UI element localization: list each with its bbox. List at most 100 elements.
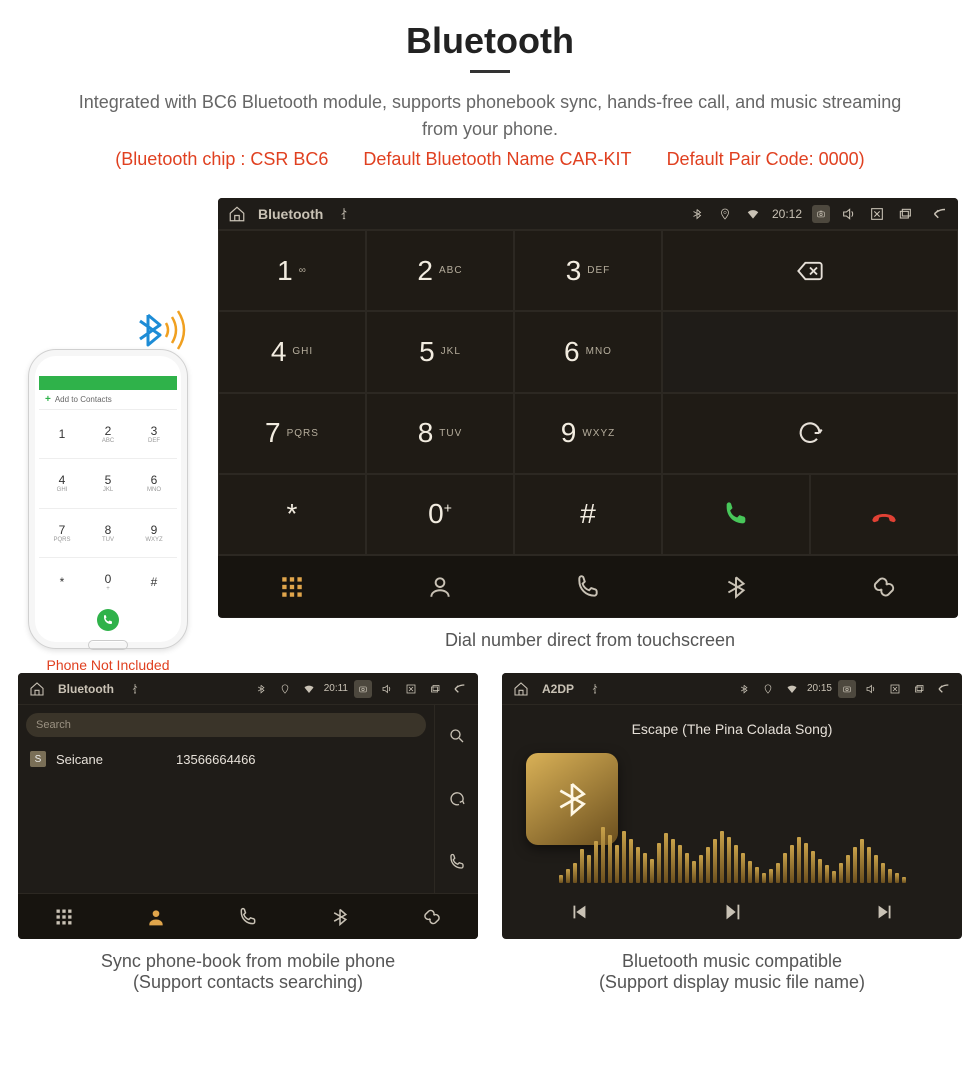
screenshot-button[interactable] (354, 680, 372, 698)
phone-key: 2ABC (85, 409, 131, 458)
spec-chip: (Bluetooth chip : CSR BC6 (115, 149, 328, 169)
home-icon[interactable] (228, 205, 246, 223)
gps-icon (716, 205, 734, 223)
tab-contacts[interactable] (110, 894, 202, 939)
bluetooth-status-icon (252, 680, 270, 698)
back-button[interactable] (930, 205, 948, 223)
usb-icon (335, 205, 353, 223)
screenshot-button[interactable] (838, 680, 856, 698)
eq-bar (720, 831, 724, 883)
eq-bar (853, 847, 857, 883)
bottom-tabs (18, 893, 478, 939)
tab-calls[interactable] (514, 556, 662, 617)
tab-dialpad[interactable] (218, 556, 366, 617)
phone-key: 1 (39, 409, 85, 458)
wifi-icon (783, 680, 801, 698)
eq-bar (783, 853, 787, 883)
phone-key: # (131, 557, 177, 606)
eq-bar (692, 861, 696, 883)
search-input[interactable]: Search (26, 713, 426, 737)
contact-number: 13566664466 (176, 752, 256, 767)
dialpad-key-*[interactable]: * (218, 474, 366, 555)
eq-bar (839, 863, 843, 883)
next-button[interactable] (874, 901, 896, 928)
eq-bar (664, 833, 668, 883)
tab-pairing[interactable] (810, 556, 958, 617)
dialpad-key-0[interactable]: 0+ (366, 474, 514, 555)
multitask-button[interactable] (896, 205, 914, 223)
spec-pair-code: Default Pair Code: 0000) (667, 149, 865, 169)
eq-bar (811, 851, 815, 883)
music-caption: Bluetooth music compatible(Support displ… (502, 939, 962, 1015)
dialpad-key-8[interactable]: 8TUV (366, 393, 514, 474)
eq-bar (741, 853, 745, 883)
hangup-button[interactable] (810, 474, 958, 555)
home-icon[interactable] (512, 680, 530, 698)
clock: 20:15 (807, 683, 832, 694)
home-icon[interactable] (28, 680, 46, 698)
screenshot-button[interactable] (812, 205, 830, 223)
volume-button[interactable] (378, 680, 396, 698)
phone-dialpad: 12ABC3DEF4GHI5JKL6MNO7PQRS8TUV9WXYZ*0+# (39, 409, 177, 606)
eq-bar (769, 869, 773, 883)
call-button[interactable] (662, 474, 810, 555)
eq-bar (643, 853, 647, 883)
phone-caption: Phone Not Included (18, 657, 198, 673)
tab-pairing[interactable] (386, 894, 478, 939)
search-button[interactable] (435, 705, 478, 768)
title-divider (470, 70, 510, 73)
back-button[interactable] (934, 680, 952, 698)
eq-bar (825, 865, 829, 883)
tab-bluetooth[interactable] (662, 556, 810, 617)
usb-icon (126, 680, 144, 698)
volume-button[interactable] (862, 680, 880, 698)
dialpad-key-3[interactable]: 3DEF (514, 230, 662, 311)
prev-button[interactable] (568, 901, 590, 928)
dialpad-key-1[interactable]: 1∞ (218, 230, 366, 311)
phone-key: 4GHI (39, 458, 85, 507)
close-button[interactable] (886, 680, 904, 698)
dialpad-key-4[interactable]: 4GHI (218, 311, 366, 392)
song-title: Escape (The Pina Colada Song) (502, 705, 962, 747)
eq-bar (881, 863, 885, 883)
phone-key: 7PQRS (39, 508, 85, 557)
sync-button[interactable] (662, 393, 958, 474)
eq-bar (566, 869, 570, 883)
dialpad-key-2[interactable]: 2ABC (366, 230, 514, 311)
eq-bar (804, 843, 808, 883)
tab-contacts[interactable] (366, 556, 514, 617)
back-button[interactable] (450, 680, 468, 698)
contact-name: Seicane (56, 752, 166, 767)
smartphone-mockup: +Add to Contacts 12ABC3DEF4GHI5JKL6MNO7P… (28, 349, 188, 649)
multitask-button[interactable] (426, 680, 444, 698)
dialpad-key-7[interactable]: 7PQRS (218, 393, 366, 474)
backspace-button[interactable] (662, 230, 958, 311)
play-pause-button[interactable] (721, 901, 743, 928)
dialpad-key-9[interactable]: 9WXYZ (514, 393, 662, 474)
contact-row[interactable]: S Seicane 13566664466 (18, 745, 434, 773)
spec-default-name: Default Bluetooth Name CAR-KIT (363, 149, 631, 169)
call-button[interactable] (435, 830, 478, 893)
eq-bar (867, 847, 871, 883)
tab-dialpad[interactable] (18, 894, 110, 939)
sync-button[interactable] (435, 768, 478, 831)
tab-bluetooth[interactable] (294, 894, 386, 939)
eq-bar (902, 877, 906, 883)
close-button[interactable] (402, 680, 420, 698)
close-button[interactable] (868, 205, 886, 223)
bluetooth-status-icon (688, 205, 706, 223)
page-title: Bluetooth (0, 20, 980, 62)
tab-calls[interactable] (202, 894, 294, 939)
volume-button[interactable] (840, 205, 858, 223)
app-title: Bluetooth (58, 682, 114, 696)
eq-bar (671, 839, 675, 883)
eq-bar (818, 859, 822, 883)
multitask-button[interactable] (910, 680, 928, 698)
bottom-tabs (218, 555, 958, 617)
dialpad-key-5[interactable]: 5JKL (366, 311, 514, 392)
eq-bar (699, 855, 703, 883)
eq-bar (615, 845, 619, 883)
eq-bar (797, 837, 801, 883)
dialpad-key-#[interactable]: # (514, 474, 662, 555)
dialpad-key-6[interactable]: 6MNO (514, 311, 662, 392)
